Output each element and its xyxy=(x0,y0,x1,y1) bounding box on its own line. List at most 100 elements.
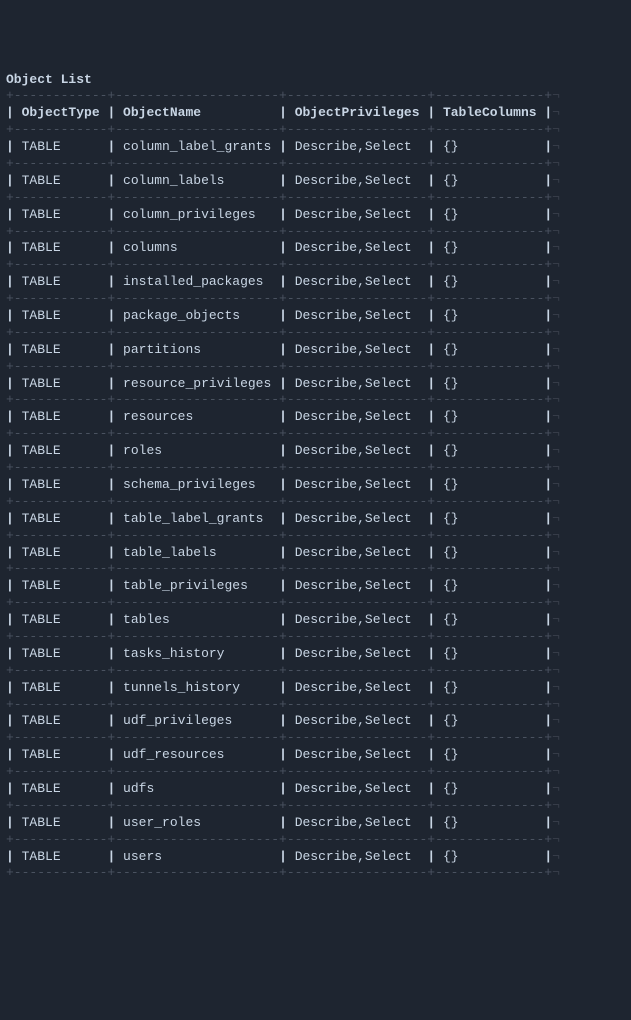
col-objecttype: ObjectType xyxy=(14,105,108,120)
separator-row: +------------+---------------------+----… xyxy=(6,224,625,241)
separator-row: +------------+---------------------+----… xyxy=(6,325,625,342)
separator-row: +------------+---------------------+----… xyxy=(6,88,625,105)
cell-privs: Describe,Select xyxy=(287,646,427,661)
table-row: | TABLE | column_labels | Describe,Selec… xyxy=(6,173,625,190)
separator-row: +------------+---------------------+----… xyxy=(6,291,625,308)
cell-name: schema_privileges xyxy=(115,477,279,492)
cell-cols: {} xyxy=(435,139,544,154)
cell-cols: {} xyxy=(435,477,544,492)
cell-privs: Describe,Select xyxy=(287,477,427,492)
cell-name: partitions xyxy=(115,342,279,357)
cell-cols: {} xyxy=(435,781,544,796)
cell-cols: {} xyxy=(435,376,544,391)
cell-cols: {} xyxy=(435,274,544,289)
title: Object List xyxy=(6,72,92,87)
cell-type: TABLE xyxy=(14,781,108,796)
separator-row: +------------+---------------------+----… xyxy=(6,764,625,781)
cell-privs: Describe,Select xyxy=(287,443,427,458)
cell-type: TABLE xyxy=(14,443,108,458)
col-objectprivileges: ObjectPrivileges xyxy=(287,105,427,120)
table-row: | TABLE | tasks_history | Describe,Selec… xyxy=(6,646,625,663)
table-row: | TABLE | column_privileges | Describe,S… xyxy=(6,207,625,224)
table-row: | TABLE | table_labels | Describe,Select… xyxy=(6,545,625,562)
cell-privs: Describe,Select xyxy=(287,713,427,728)
separator-row: +------------+---------------------+----… xyxy=(6,257,625,274)
cell-type: TABLE xyxy=(14,139,108,154)
cell-type: TABLE xyxy=(14,376,108,391)
cell-name: tables xyxy=(115,612,279,627)
separator-row: +------------+---------------------+----… xyxy=(6,832,625,849)
cell-cols: {} xyxy=(435,680,544,695)
cell-type: TABLE xyxy=(14,612,108,627)
table-row: | TABLE | resource_privileges | Describe… xyxy=(6,376,625,393)
cell-type: TABLE xyxy=(14,409,108,424)
cell-privs: Describe,Select xyxy=(287,173,427,188)
cell-type: TABLE xyxy=(14,545,108,560)
cell-type: TABLE xyxy=(14,578,108,593)
table-row: | TABLE | udf_privileges | Describe,Sele… xyxy=(6,713,625,730)
cell-cols: {} xyxy=(435,511,544,526)
cell-name: roles xyxy=(115,443,279,458)
table-row: | TABLE | tables | Describe,Select | {} … xyxy=(6,612,625,629)
cell-cols: {} xyxy=(435,342,544,357)
separator-row: +------------+---------------------+----… xyxy=(6,663,625,680)
cell-privs: Describe,Select xyxy=(287,274,427,289)
table-row: | TABLE | table_privileges | Describe,Se… xyxy=(6,578,625,595)
table-row: | TABLE | roles | Describe,Select | {} |… xyxy=(6,443,625,460)
separator-row: +------------+---------------------+----… xyxy=(6,494,625,511)
separator-row: +------------+---------------------+----… xyxy=(6,798,625,815)
cell-privs: Describe,Select xyxy=(287,747,427,762)
separator-row: +------------+---------------------+----… xyxy=(6,561,625,578)
cell-cols: {} xyxy=(435,747,544,762)
table-row: | TABLE | resources | Describe,Select | … xyxy=(6,409,625,426)
cell-type: TABLE xyxy=(14,308,108,323)
cell-cols: {} xyxy=(435,713,544,728)
cell-type: TABLE xyxy=(14,342,108,357)
cell-type: TABLE xyxy=(14,274,108,289)
table-row: | TABLE | user_roles | Describe,Select |… xyxy=(6,815,625,832)
separator-row: +------------+---------------------+----… xyxy=(6,730,625,747)
cell-type: TABLE xyxy=(14,646,108,661)
table-row: | TABLE | package_objects | Describe,Sel… xyxy=(6,308,625,325)
separator-row: +------------+---------------------+----… xyxy=(6,190,625,207)
cell-privs: Describe,Select xyxy=(287,815,427,830)
cell-name: udfs xyxy=(115,781,279,796)
cell-name: tasks_history xyxy=(115,646,279,661)
table-row: | TABLE | schema_privileges | Describe,S… xyxy=(6,477,625,494)
cell-privs: Describe,Select xyxy=(287,409,427,424)
separator-row: +------------+---------------------+----… xyxy=(6,122,625,139)
cell-name: installed_packages xyxy=(115,274,279,289)
cell-name: table_label_grants xyxy=(115,511,279,526)
cell-privs: Describe,Select xyxy=(287,240,427,255)
table-row: | TABLE | udf_resources | Describe,Selec… xyxy=(6,747,625,764)
cell-type: TABLE xyxy=(14,173,108,188)
cell-cols: {} xyxy=(435,545,544,560)
separator-row: +------------+---------------------+----… xyxy=(6,392,625,409)
cell-type: TABLE xyxy=(14,240,108,255)
table-row: | TABLE | partitions | Describe,Select |… xyxy=(6,342,625,359)
cell-cols: {} xyxy=(435,578,544,593)
cell-cols: {} xyxy=(435,849,544,864)
cell-type: TABLE xyxy=(14,477,108,492)
cell-name: resource_privileges xyxy=(115,376,279,391)
cell-cols: {} xyxy=(435,612,544,627)
cell-cols: {} xyxy=(435,443,544,458)
cell-name: column_privileges xyxy=(115,207,279,222)
cell-name: columns xyxy=(115,240,279,255)
separator-row: +------------+---------------------+----… xyxy=(6,460,625,477)
cell-name: tunnels_history xyxy=(115,680,279,695)
cell-type: TABLE xyxy=(14,207,108,222)
cell-type: TABLE xyxy=(14,713,108,728)
cell-privs: Describe,Select xyxy=(287,781,427,796)
cell-privs: Describe,Select xyxy=(287,849,427,864)
table-header-row: | ObjectType | ObjectName | ObjectPrivil… xyxy=(6,105,625,122)
cell-privs: Describe,Select xyxy=(287,511,427,526)
separator-row: +------------+---------------------+----… xyxy=(6,156,625,173)
cell-type: TABLE xyxy=(14,815,108,830)
cell-name: table_labels xyxy=(115,545,279,560)
cell-privs: Describe,Select xyxy=(287,612,427,627)
cell-name: table_privileges xyxy=(115,578,279,593)
cell-name: column_label_grants xyxy=(115,139,279,154)
cell-privs: Describe,Select xyxy=(287,376,427,391)
cell-privs: Describe,Select xyxy=(287,680,427,695)
